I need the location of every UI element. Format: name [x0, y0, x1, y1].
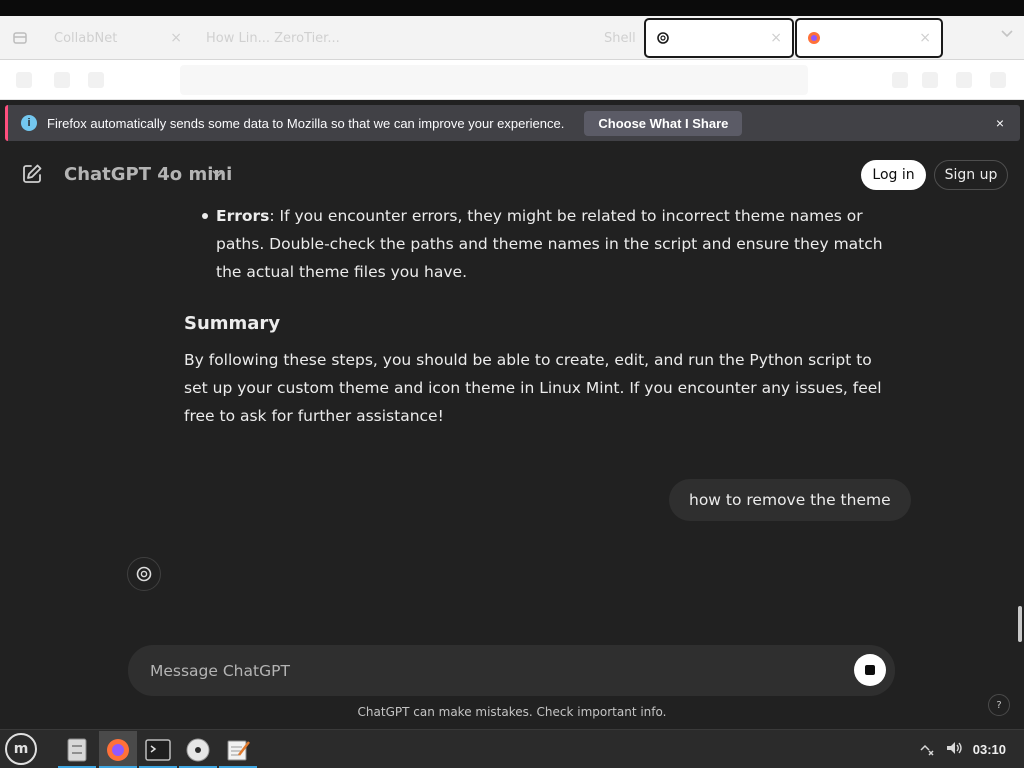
tab-firefox[interactable]: × [795, 18, 943, 58]
list-item: Errors: If you encounter errors, they mi… [184, 202, 896, 286]
tab-list-icon[interactable] [0, 16, 40, 60]
tab-shell[interactable]: Shell [584, 20, 640, 56]
tab-collabnet[interactable]: CollabNet × [44, 20, 192, 56]
assistant-message: Errors: If you encounter errors, they mi… [184, 202, 896, 430]
choose-what-i-share-button[interactable]: Choose What I Share [584, 110, 743, 136]
taskbar: m 03:10 [0, 729, 1024, 768]
url-bar[interactable] [180, 65, 808, 95]
scrollbar-thumb[interactable] [1018, 606, 1022, 642]
user-message-bubble: how to remove the theme [669, 479, 911, 521]
summary-paragraph: By following these steps, you should be … [184, 351, 882, 425]
home-icon[interactable] [88, 72, 104, 88]
bullet-text: : If you encounter errors, they might be… [216, 207, 883, 281]
system-tray: 03:10 [909, 730, 1024, 768]
chevron-down-icon[interactable] [212, 167, 224, 182]
info-icon: i [21, 115, 37, 131]
bullet-label: Errors [216, 207, 270, 225]
message-composer [128, 645, 895, 696]
clock[interactable]: 03:10 [973, 742, 1006, 757]
tab-bar: CollabNet × How Lin... ZeroTier... Shell… [0, 16, 1024, 60]
tab-label: CollabNet [54, 30, 118, 46]
firefox-icon [808, 32, 820, 44]
tab-close-icon[interactable]: × [919, 30, 931, 46]
firefox-icon[interactable] [99, 731, 137, 768]
chat-header: ChatGPT 4o mini Log in Sign up [0, 148, 1024, 202]
window-top-strip [0, 0, 1024, 16]
disclaimer-text: ChatGPT can make mistakes. Check importa… [357, 705, 667, 719]
model-selector[interactable]: ChatGPT 4o mini [64, 164, 232, 185]
volume-icon[interactable] [945, 740, 963, 760]
extensions-icon[interactable] [956, 72, 972, 88]
menu-icon[interactable] [990, 72, 1006, 88]
reload-icon[interactable] [54, 72, 70, 88]
signup-button[interactable]: Sign up [934, 160, 1008, 190]
text-editor-icon[interactable] [219, 731, 257, 768]
login-button[interactable]: Log in [861, 160, 926, 190]
close-icon[interactable]: × [996, 115, 1004, 131]
terminal-icon[interactable] [139, 731, 177, 768]
notification-message: Firefox automatically sends some data to… [47, 115, 565, 131]
tab-label: Shell [604, 30, 636, 46]
summary-heading: Summary [184, 313, 281, 334]
stop-generating-button[interactable] [854, 654, 886, 686]
chevron-down-icon[interactable] [1000, 28, 1014, 43]
openai-icon [657, 32, 669, 44]
disc-icon[interactable] [179, 731, 217, 768]
stop-icon [865, 665, 875, 675]
bookmark-icon[interactable] [892, 72, 908, 88]
tab-close-icon[interactable]: × [170, 30, 182, 46]
openai-icon [127, 557, 161, 591]
linux-mint-menu-icon[interactable]: m [5, 733, 37, 765]
network-icon[interactable] [919, 740, 935, 760]
back-icon[interactable] [16, 72, 32, 88]
navigation-bar [0, 60, 1024, 100]
tab-label: How Lin... ZeroTier... [206, 30, 340, 46]
message-input[interactable] [150, 658, 830, 684]
new-chat-icon[interactable] [20, 162, 46, 188]
tab-close-icon[interactable]: × [770, 30, 782, 46]
tab-chatgpt[interactable]: × [644, 18, 794, 58]
telemetry-notification: i Firefox automatically sends some data … [5, 105, 1020, 141]
help-button[interactable]: ? [988, 694, 1010, 716]
account-icon[interactable] [922, 72, 938, 88]
file-manager-icon[interactable] [58, 731, 96, 768]
tab-zerotier[interactable]: How Lin... ZeroTier... [196, 20, 422, 56]
